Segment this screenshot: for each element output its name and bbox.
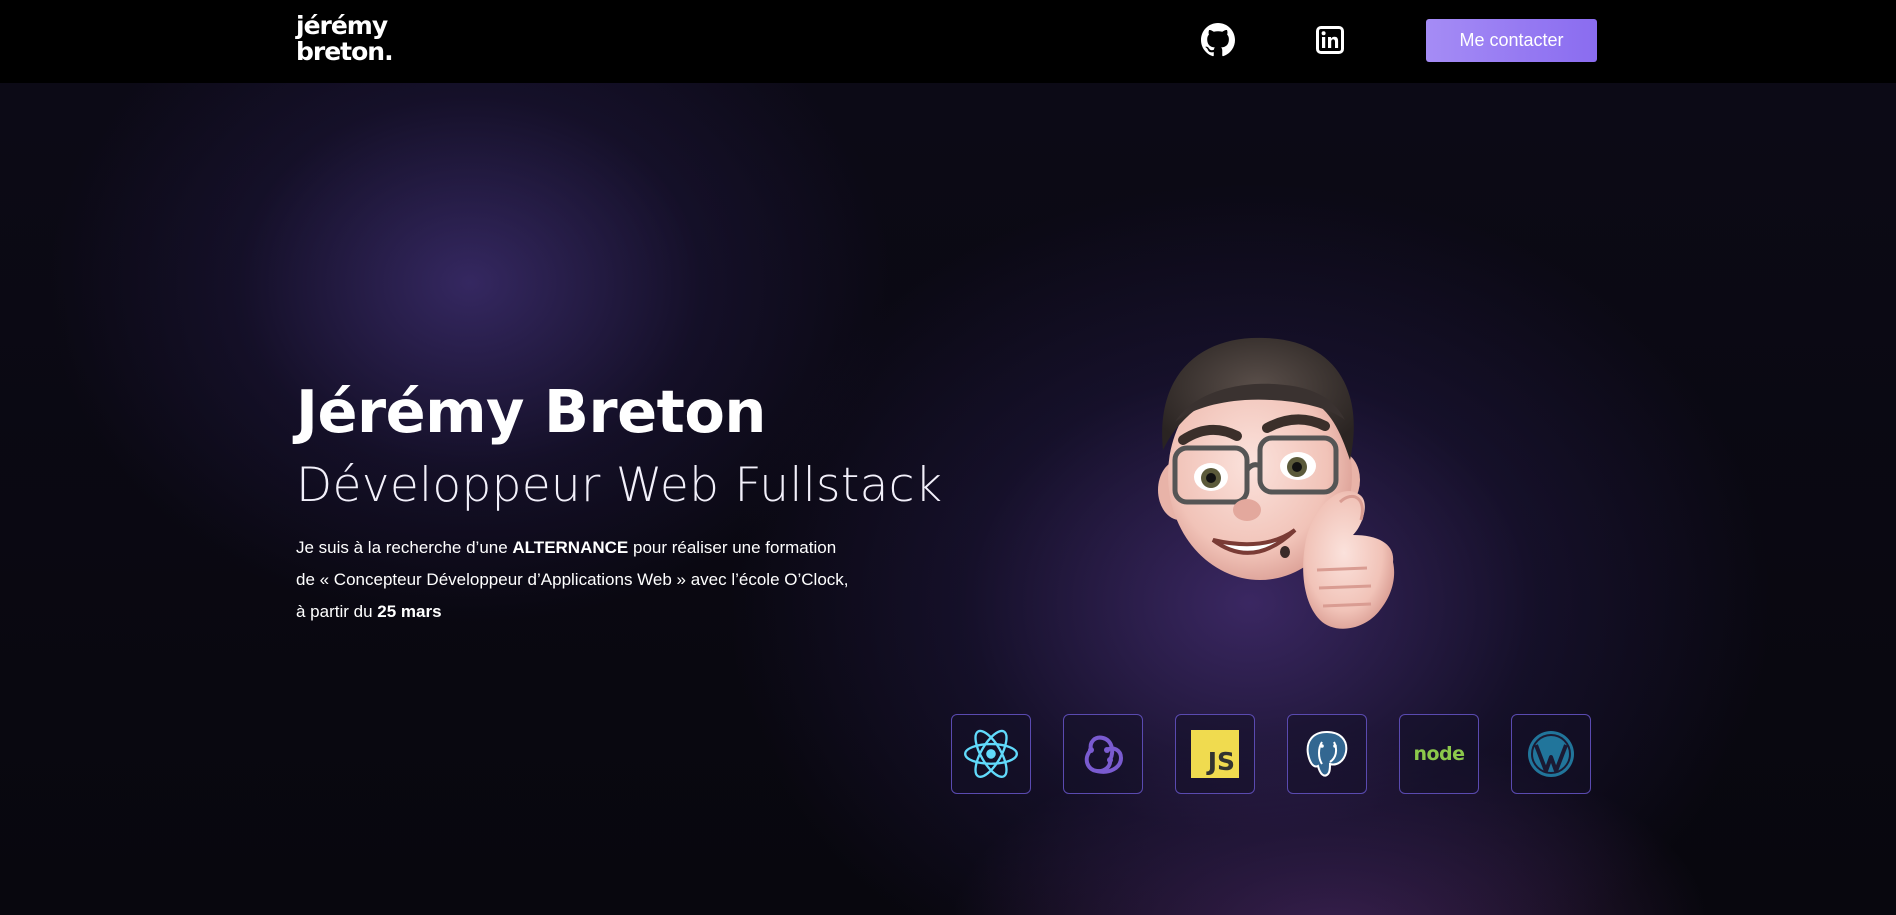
memoji-avatar <box>1158 337 1395 629</box>
logo-line-1: jérémy <box>296 11 388 40</box>
linkedin-icon <box>1316 26 1344 54</box>
hero-bio: Je suis à la recherche d’une ALTERNANCE … <box>296 532 856 628</box>
top-navbar: jérémy breton. Me contacter <box>0 0 1896 83</box>
tech-tile-postgresql <box>1287 714 1367 794</box>
javascript-icon: JS <box>1191 730 1239 778</box>
site-logo[interactable]: jérémy breton. <box>296 11 394 66</box>
logo-line-2: breton. <box>296 37 394 66</box>
linkedin-link[interactable] <box>1312 22 1348 58</box>
redux-icon <box>1084 735 1124 774</box>
tech-tile-redux <box>1063 714 1143 794</box>
hero-name: Jérémy Breton <box>296 377 766 446</box>
tech-tile-wordpress <box>1511 714 1591 794</box>
bio-highlight-alternance: ALTERNANCE <box>512 538 629 557</box>
wordpress-icon <box>1528 731 1574 777</box>
hero-section <box>0 83 1896 915</box>
react-icon <box>964 729 1018 778</box>
javascript-icon-label: JS <box>1207 747 1235 776</box>
bio-highlight-date: 25 mars <box>377 602 442 621</box>
hero-job-title: Développeur Web Fullstack <box>296 458 943 513</box>
github-link[interactable] <box>1200 22 1236 58</box>
github-icon <box>1201 23 1235 57</box>
nodejs-icon: node <box>1413 743 1465 765</box>
postgresql-icon <box>1306 730 1348 777</box>
tech-tile-react <box>951 714 1031 794</box>
tech-tile-nodejs: node <box>1399 714 1479 794</box>
contact-button[interactable]: Me contacter <box>1426 19 1597 62</box>
tech-tile-javascript: JS <box>1175 714 1255 794</box>
bio-text-1: Je suis à la recherche d’une <box>296 538 513 557</box>
